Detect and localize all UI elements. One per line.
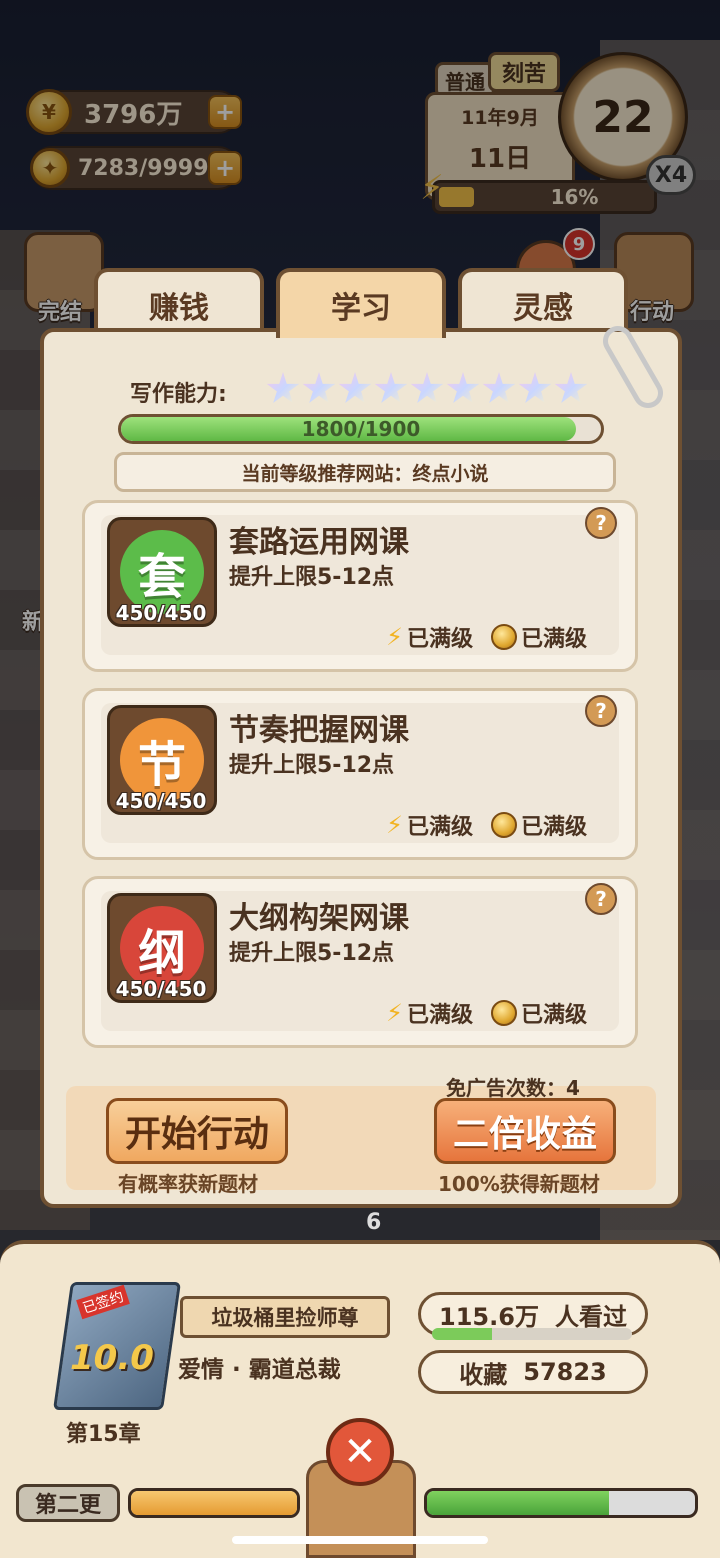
second-update-button[interactable]: 第二更 [16, 1484, 120, 1522]
course-count: 450/450 [115, 977, 207, 1001]
skill-xp-bar: 1800/1900 [118, 414, 604, 444]
right-progress-bar [424, 1488, 698, 1518]
course-desc: 提升上限5-12点 [229, 565, 395, 590]
star-icon [266, 372, 300, 403]
star-icon [374, 372, 408, 403]
course-card[interactable]: 节 450/450 节奏把握网课 提升上限5-12点 ? ⚡ 已满级 已满级 [82, 688, 638, 860]
star-icon [554, 372, 588, 403]
help-icon[interactable]: ? [585, 695, 617, 727]
course-title: 节奏把握网课 [229, 713, 409, 748]
coin-icon [490, 812, 517, 838]
star-icon [338, 372, 372, 403]
coin-max-status: 已满级 [490, 809, 587, 841]
star-icon [446, 372, 480, 403]
novel-title: 垃圾桶里捡师尊 [180, 1296, 390, 1338]
tab-study[interactable]: 学习 [276, 268, 446, 338]
star-icon [482, 372, 516, 403]
course-title: 套路运用网课 [229, 525, 409, 560]
course-max-row: ⚡ 已满级 已满级 [386, 997, 587, 1029]
chapter-label: 第15章 [66, 1422, 141, 1447]
lightning-icon: ⚡ [386, 623, 403, 651]
favorites-value: 57823 [523, 1358, 607, 1386]
coin-max-status: 已满级 [490, 621, 587, 653]
left-progress-fill [131, 1491, 297, 1515]
course-count: 450/450 [115, 601, 207, 625]
coin-icon [490, 1000, 517, 1026]
help-icon[interactable]: ? [585, 507, 617, 539]
energy-max-text: 已满级 [406, 1003, 473, 1028]
writing-skill-label: 写作能力: [130, 382, 227, 407]
energy-max-text: 已满级 [406, 627, 473, 652]
free-ad-count: 免广告次数：4 [446, 1076, 580, 1100]
skill-xp-text: 1800/1900 [301, 417, 421, 441]
star-icon [302, 372, 336, 403]
coin-max-text: 已满级 [520, 815, 587, 840]
double-reward-button[interactable]: 二倍收益 [434, 1098, 616, 1164]
double-reward-sub: 100%获得新题材 [438, 1172, 600, 1196]
course-count: 450/450 [115, 789, 207, 813]
energy-max-status: ⚡ 已满级 [386, 621, 473, 653]
course-desc: 提升上限5-12点 [229, 941, 395, 966]
views-value: 115.6万 [439, 1302, 539, 1331]
home-indicator[interactable] [232, 1536, 488, 1544]
energy-max-status: ⚡ 已满级 [386, 997, 473, 1029]
views-progress-fill [432, 1328, 492, 1340]
left-progress-bar [128, 1488, 300, 1518]
course-card[interactable]: 套 450/450 套路运用网课 提升上限5-12点 ? ⚡ 已满级 已满级 [82, 500, 638, 672]
lightning-icon: ⚡ [386, 811, 403, 839]
coin-max-text: 已满级 [520, 1003, 587, 1028]
views-label: 人看过 [554, 1302, 627, 1331]
star-icon [410, 372, 444, 403]
novel-genre: 爱情 · 霸道总裁 [178, 1357, 341, 1383]
star-icon [518, 372, 552, 403]
course-max-row: ⚡ 已满级 已满级 [386, 809, 587, 841]
energy-max-status: ⚡ 已满级 [386, 809, 473, 841]
favorites-pill: 收藏 57823 [418, 1350, 648, 1394]
start-action-button[interactable]: 开始行动 [106, 1098, 288, 1164]
background-number: 6 [366, 1210, 382, 1235]
course-card[interactable]: 纲 450/450 大纲构架网课 提升上限5-12点 ? ⚡ 已满级 已满级 [82, 876, 638, 1048]
coin-max-text: 已满级 [520, 627, 587, 652]
course-desc: 提升上限5-12点 [229, 753, 395, 778]
help-icon[interactable]: ? [585, 883, 617, 915]
energy-max-text: 已满级 [406, 815, 473, 840]
coin-icon [490, 624, 517, 650]
close-icon[interactable]: ✕ [326, 1418, 394, 1486]
course-title: 大纲构架网课 [229, 901, 409, 936]
skill-stars [266, 372, 588, 406]
favorites-label: 收藏 [459, 1360, 508, 1389]
course-max-row: ⚡ 已满级 已满级 [386, 621, 587, 653]
lightning-icon: ⚡ [386, 999, 403, 1027]
right-progress-fill [427, 1491, 610, 1515]
views-progress [432, 1328, 632, 1340]
coin-max-status: 已满级 [490, 997, 587, 1029]
novel-score: 10.0 [70, 1338, 154, 1378]
start-action-sub: 有概率获新题材 [118, 1172, 258, 1196]
recommended-site: 当前等级推荐网站：终点小说 [114, 452, 616, 492]
